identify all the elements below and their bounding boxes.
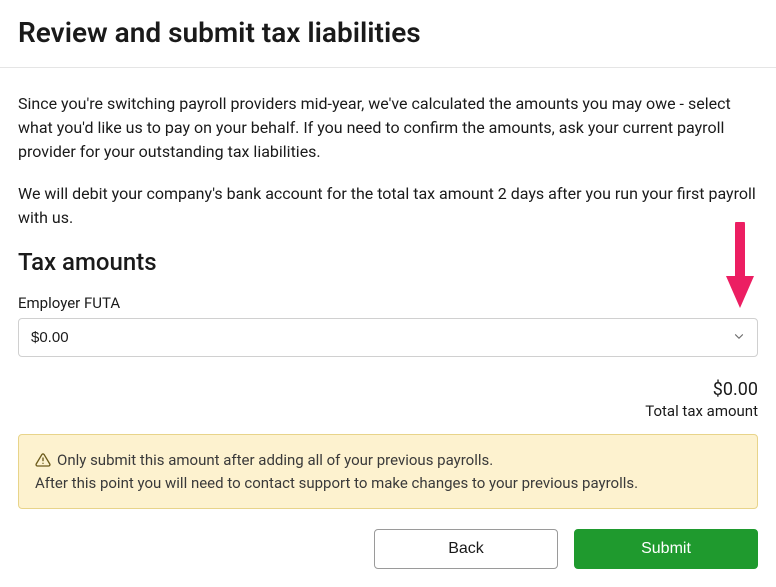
back-button[interactable]: Back [374,529,558,569]
totals-block: $0.00 Total tax amount [18,379,758,420]
page-header: Review and submit tax liabilities [0,0,776,68]
tax-amounts-heading: Tax amounts [18,248,758,276]
total-tax-value: $0.00 [18,379,758,400]
total-tax-label: Total tax amount [18,402,758,420]
warning-text-line1: Only submit this amount after adding all… [57,449,493,472]
button-row: Back Submit [18,529,758,569]
futa-select[interactable]: $0.00 [18,318,758,357]
warning-box: Only submit this amount after adding all… [18,434,758,509]
warning-text-line2: After this point you will need to contac… [35,472,741,495]
futa-field-group: Employer FUTA $0.00 [18,294,758,357]
submit-button[interactable]: Submit [574,529,758,569]
page-content: Since you're switching payroll providers… [0,68,776,587]
warning-icon [35,452,51,468]
intro-paragraph-2: We will debit your company's bank accoun… [18,182,758,230]
futa-select-wrapper: $0.00 [18,318,758,357]
intro-paragraph-1: Since you're switching payroll providers… [18,92,758,164]
page-title: Review and submit tax liabilities [18,16,758,49]
futa-label: Employer FUTA [18,294,758,312]
futa-select-value: $0.00 [31,329,69,346]
